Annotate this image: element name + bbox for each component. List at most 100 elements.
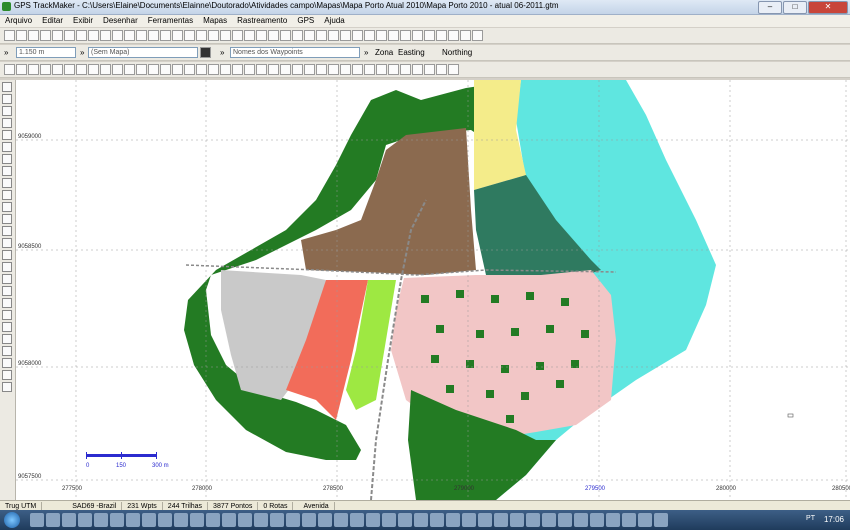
toolbar-tool-button[interactable] <box>364 30 375 41</box>
taskbar-app-icon[interactable] <box>558 513 572 527</box>
toolbar-tool-button[interactable] <box>112 30 123 41</box>
scale-field[interactable]: 1.150 m <box>16 47 76 58</box>
toolbar-tool-button[interactable] <box>412 30 423 41</box>
expand-icon[interactable]: » <box>80 47 84 58</box>
taskbar-app-icon[interactable] <box>542 513 556 527</box>
taskbar-app-icon[interactable] <box>158 513 172 527</box>
taskbar-app-icon[interactable] <box>334 513 348 527</box>
toolbar-tool-button[interactable] <box>472 30 483 41</box>
toolbar-tool-button[interactable] <box>88 30 99 41</box>
toolbar-tool-button[interactable] <box>184 30 195 41</box>
taskbar-app-icon[interactable] <box>190 513 204 527</box>
left-tool-button[interactable] <box>2 178 12 188</box>
toolbar-tool-button[interactable] <box>64 30 75 41</box>
taskbar-app-icon[interactable] <box>318 513 332 527</box>
taskbar-app-icon[interactable] <box>526 513 540 527</box>
drawing-tool-button[interactable] <box>100 64 111 75</box>
taskbar-app-icon[interactable] <box>462 513 476 527</box>
toolbar-tool-button[interactable] <box>28 30 39 41</box>
taskbar-app-icon[interactable] <box>638 513 652 527</box>
left-tool-button[interactable] <box>2 202 12 212</box>
taskbar-app-icon[interactable] <box>30 513 44 527</box>
left-tool-button[interactable] <box>2 310 12 320</box>
menu-editar[interactable]: Editar <box>37 15 68 27</box>
drawing-tool-button[interactable] <box>436 64 447 75</box>
taskbar-app-icon[interactable] <box>430 513 444 527</box>
minimize-icon[interactable]: – <box>758 1 782 14</box>
drawing-tool-button[interactable] <box>376 64 387 75</box>
drawing-tool-button[interactable] <box>112 64 123 75</box>
clock[interactable]: 17:06 <box>824 515 844 524</box>
taskbar-app-icon[interactable] <box>366 513 380 527</box>
taskbar-app-icon[interactable] <box>286 513 300 527</box>
taskbar-app-icon[interactable] <box>94 513 108 527</box>
waypoints-field[interactable]: Nomes dos Waypoints <box>230 47 360 58</box>
drawing-tool-button[interactable] <box>172 64 183 75</box>
toolbar-tool-button[interactable] <box>220 30 231 41</box>
taskbar-app-icon[interactable] <box>174 513 188 527</box>
toolbar-tool-button[interactable] <box>4 30 15 41</box>
drawing-tool-button[interactable] <box>232 64 243 75</box>
toolbar-tool-button[interactable] <box>316 30 327 41</box>
drawing-tool-button[interactable] <box>388 64 399 75</box>
expand-icon[interactable]: » <box>4 47 8 58</box>
drawing-tool-button[interactable] <box>16 64 27 75</box>
toolbar-tool-button[interactable] <box>280 30 291 41</box>
left-tool-button[interactable] <box>2 298 12 308</box>
taskbar-app-icon[interactable] <box>62 513 76 527</box>
left-tool-button[interactable] <box>2 274 12 284</box>
map-svg[interactable]: 277500 278000 278500 279000 279500 280000 2805… <box>16 80 850 500</box>
drawing-tool-button[interactable] <box>244 64 255 75</box>
map-select-icon[interactable] <box>200 47 211 58</box>
left-tool-button[interactable] <box>2 382 12 392</box>
taskbar-app-icon[interactable] <box>494 513 508 527</box>
toolbar-tool-button[interactable] <box>100 30 111 41</box>
close-icon[interactable]: ✕ <box>808 1 848 14</box>
left-tool-button[interactable] <box>2 238 12 248</box>
drawing-tool-button[interactable] <box>52 64 63 75</box>
drawing-tool-button[interactable] <box>64 64 75 75</box>
drawing-tool-button[interactable] <box>304 64 315 75</box>
drawing-tool-button[interactable] <box>352 64 363 75</box>
taskbar-app-icon[interactable] <box>590 513 604 527</box>
left-tool-button[interactable] <box>2 166 12 176</box>
left-tool-button[interactable] <box>2 142 12 152</box>
toolbar-tool-button[interactable] <box>172 30 183 41</box>
toolbar-tool-button[interactable] <box>268 30 279 41</box>
taskbar-app-icon[interactable] <box>446 513 460 527</box>
drawing-tool-button[interactable] <box>340 64 351 75</box>
menu-desenhar[interactable]: Desenhar <box>98 15 143 27</box>
toolbar-tool-button[interactable] <box>292 30 303 41</box>
taskbar-app-icon[interactable] <box>654 513 668 527</box>
left-tool-button[interactable] <box>2 82 12 92</box>
left-tool-button[interactable] <box>2 106 12 116</box>
taskbar-app-icon[interactable] <box>206 513 220 527</box>
start-button[interactable] <box>4 512 20 528</box>
taskbar-app-icon[interactable] <box>350 513 364 527</box>
taskbar-app-icon[interactable] <box>110 513 124 527</box>
toolbar-tool-button[interactable] <box>148 30 159 41</box>
toolbar-tool-button[interactable] <box>388 30 399 41</box>
toolbar-tool-button[interactable] <box>124 30 135 41</box>
left-tool-button[interactable] <box>2 130 12 140</box>
left-tool-button[interactable] <box>2 190 12 200</box>
toolbar-tool-button[interactable] <box>208 30 219 41</box>
drawing-tool-button[interactable] <box>412 64 423 75</box>
drawing-tool-button[interactable] <box>328 64 339 75</box>
taskbar-app-icon[interactable] <box>270 513 284 527</box>
taskbar-app-icon[interactable] <box>606 513 620 527</box>
drawing-tool-button[interactable] <box>40 64 51 75</box>
left-tool-button[interactable] <box>2 118 12 128</box>
left-tool-button[interactable] <box>2 214 12 224</box>
left-tool-button[interactable] <box>2 94 12 104</box>
toolbar-tool-button[interactable] <box>160 30 171 41</box>
taskbar-app-icon[interactable] <box>78 513 92 527</box>
taskbar-app-icon[interactable] <box>574 513 588 527</box>
left-tool-button[interactable] <box>2 370 12 380</box>
taskbar-app-icon[interactable] <box>414 513 428 527</box>
drawing-tool-button[interactable] <box>448 64 459 75</box>
toolbar-tool-button[interactable] <box>328 30 339 41</box>
left-tool-button[interactable] <box>2 250 12 260</box>
drawing-tool-button[interactable] <box>88 64 99 75</box>
taskbar-app-icon[interactable] <box>382 513 396 527</box>
